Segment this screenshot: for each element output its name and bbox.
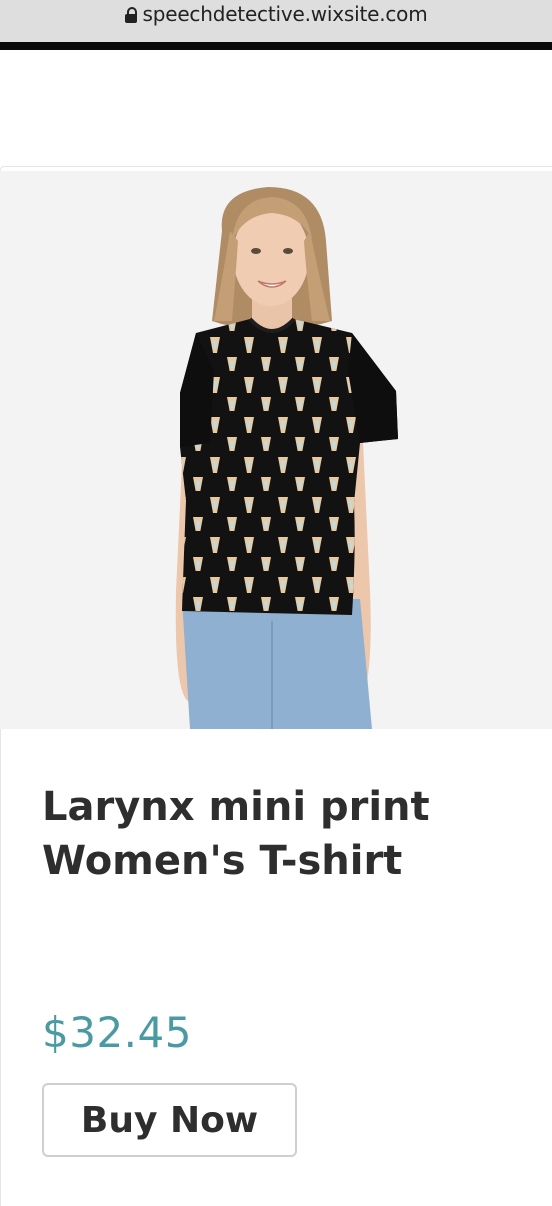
url-display[interactable]: speechdetective.wixsite.com bbox=[0, 2, 552, 26]
page-load-progress-bar bbox=[0, 42, 552, 50]
buy-now-button[interactable]: Buy Now bbox=[42, 1083, 297, 1157]
lock-icon bbox=[124, 7, 137, 23]
product-title[interactable]: Larynx mini print Women's T-shirt bbox=[42, 780, 522, 888]
product-title-line1: Larynx mini print bbox=[42, 784, 430, 830]
product-photo[interactable] bbox=[0, 171, 552, 729]
product-title-line2: Women's T-shirt bbox=[42, 838, 403, 884]
product-price: $32.45 bbox=[42, 1008, 192, 1057]
model-wearing-shirt-image bbox=[0, 171, 552, 729]
url-text: speechdetective.wixsite.com bbox=[142, 2, 428, 26]
browser-address-bar[interactable]: speechdetective.wixsite.com bbox=[0, 0, 552, 42]
